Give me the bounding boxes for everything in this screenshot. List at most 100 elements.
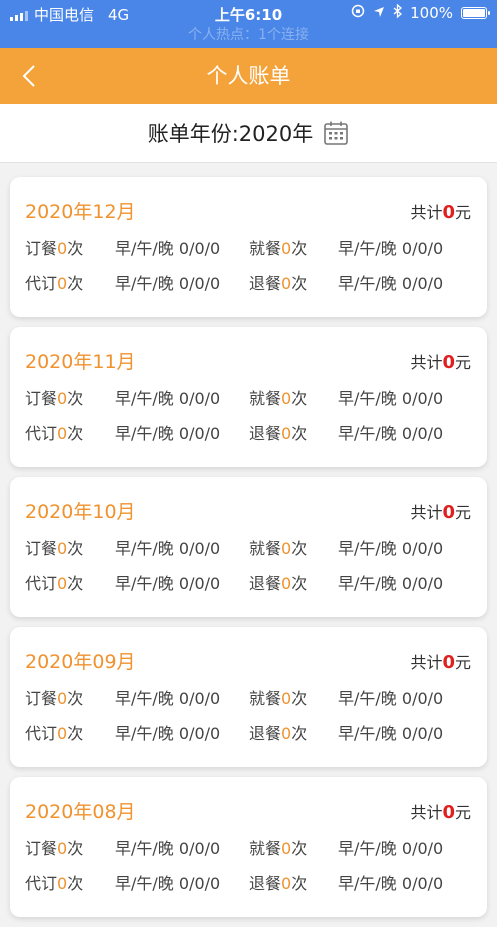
month-title: 2020年08月 <box>25 801 136 823</box>
order-meals: 早/午/晚 0/0/0 <box>115 385 220 409</box>
meals-label: 早/午/晚 <box>115 239 174 258</box>
dine-count: 就餐0次 <box>249 535 307 559</box>
order-meals: 早/午/晚 0/0/0 <box>115 835 220 859</box>
proxy-meals-value: 0/0/0 <box>178 574 221 593</box>
proxy-count: 代订0次 <box>25 420 83 444</box>
cancel-label: 退餐 <box>249 874 282 893</box>
total-suffix: 元 <box>454 203 471 222</box>
month-total: 共计0元 <box>410 349 471 373</box>
meals-label: 早/午/晚 <box>115 389 174 408</box>
dine-label: 就餐 <box>249 689 282 708</box>
count-unit: 次 <box>67 839 84 858</box>
order-count: 订餐0次 <box>25 835 83 859</box>
proxy-label: 代订 <box>25 424 58 443</box>
proxy-meals: 早/午/晚 0/0/0 <box>115 870 220 894</box>
cancel-count-value: 0 <box>281 274 292 293</box>
order-count-value: 0 <box>57 389 68 408</box>
dine-count-value: 0 <box>281 839 292 858</box>
battery-icon <box>461 7 490 19</box>
meals-label: 早/午/晚 <box>338 239 397 258</box>
total-amount: 0 <box>442 652 455 673</box>
meals-label: 早/午/晚 <box>115 874 174 893</box>
order-label: 订餐 <box>25 239 58 258</box>
cancel-count: 退餐0次 <box>249 720 307 744</box>
dine-meals: 早/午/晚 0/0/0 <box>338 235 443 259</box>
month-total: 共计0元 <box>410 499 471 523</box>
month-card[interactable]: 2020年12月 共计0元 订餐0次 早/午/晚 0/0/0 就餐0次 早/午/… <box>10 177 487 317</box>
total-prefix: 共计 <box>410 503 443 522</box>
cancel-label: 退餐 <box>249 724 282 743</box>
cancel-count: 退餐0次 <box>249 270 307 294</box>
order-meals-value: 0/0/0 <box>178 839 221 858</box>
total-suffix: 元 <box>454 653 471 672</box>
order-label: 订餐 <box>25 539 58 558</box>
total-amount: 0 <box>442 202 455 223</box>
count-unit: 次 <box>291 689 308 708</box>
proxy-meals-value: 0/0/0 <box>178 274 221 293</box>
count-unit: 次 <box>291 539 308 558</box>
order-count-value: 0 <box>57 239 68 258</box>
dine-meals-value: 0/0/0 <box>401 839 444 858</box>
proxy-label: 代订 <box>25 274 58 293</box>
dine-label: 就餐 <box>249 539 282 558</box>
proxy-count: 代订0次 <box>25 720 83 744</box>
month-total: 共计0元 <box>410 649 471 673</box>
month-card[interactable]: 2020年11月 共计0元 订餐0次 早/午/晚 0/0/0 就餐0次 早/午/… <box>10 327 487 467</box>
month-card[interactable]: 2020年08月 共计0元 订餐0次 早/午/晚 0/0/0 就餐0次 早/午/… <box>10 777 487 917</box>
status-right: 100% <box>351 3 490 22</box>
count-unit: 次 <box>291 839 308 858</box>
dine-count: 就餐0次 <box>249 385 307 409</box>
count-unit: 次 <box>291 274 308 293</box>
proxy-meals-value: 0/0/0 <box>178 724 221 743</box>
order-count-value: 0 <box>57 839 68 858</box>
cancel-label: 退餐 <box>249 274 282 293</box>
count-unit: 次 <box>67 874 84 893</box>
total-amount: 0 <box>442 352 455 373</box>
dine-meals: 早/午/晚 0/0/0 <box>338 685 443 709</box>
order-count: 订餐0次 <box>25 535 83 559</box>
meals-label: 早/午/晚 <box>338 839 397 858</box>
cancel-count-value: 0 <box>281 874 292 893</box>
proxy-meals-value: 0/0/0 <box>178 874 221 893</box>
cancel-count-value: 0 <box>281 424 292 443</box>
year-selector[interactable]: 账单年份:2020年 <box>0 104 497 163</box>
proxy-count-value: 0 <box>57 274 68 293</box>
month-card[interactable]: 2020年10月 共计0元 订餐0次 早/午/晚 0/0/0 就餐0次 早/午/… <box>10 477 487 617</box>
count-unit: 次 <box>67 239 84 258</box>
meals-label: 早/午/晚 <box>338 389 397 408</box>
proxy-label: 代订 <box>25 724 58 743</box>
total-amount: 0 <box>442 802 455 823</box>
dine-count-value: 0 <box>281 539 292 558</box>
order-label: 订餐 <box>25 689 58 708</box>
meals-label: 早/午/晚 <box>338 724 397 743</box>
dine-label: 就餐 <box>249 389 282 408</box>
order-meals-value: 0/0/0 <box>178 689 221 708</box>
order-count: 订餐0次 <box>25 685 83 709</box>
month-card[interactable]: 2020年09月 共计0元 订餐0次 早/午/晚 0/0/0 就餐0次 早/午/… <box>10 627 487 767</box>
nav-bar: 个人账单 <box>0 48 497 104</box>
order-count-value: 0 <box>57 539 68 558</box>
total-prefix: 共计 <box>410 203 443 222</box>
proxy-count: 代订0次 <box>25 270 83 294</box>
cancel-meals-value: 0/0/0 <box>401 874 444 893</box>
cancel-meals: 早/午/晚 0/0/0 <box>338 420 443 444</box>
cancel-meals-value: 0/0/0 <box>401 424 444 443</box>
total-amount: 0 <box>442 502 455 523</box>
cancel-meals: 早/午/晚 0/0/0 <box>338 870 443 894</box>
order-count: 订餐0次 <box>25 385 83 409</box>
dine-label: 就餐 <box>249 239 282 258</box>
count-unit: 次 <box>291 724 308 743</box>
cancel-count: 退餐0次 <box>249 420 307 444</box>
total-prefix: 共计 <box>410 803 443 822</box>
meals-label: 早/午/晚 <box>338 689 397 708</box>
dine-count: 就餐0次 <box>249 685 307 709</box>
month-list: 2020年12月 共计0元 订餐0次 早/午/晚 0/0/0 就餐0次 早/午/… <box>10 177 487 927</box>
proxy-meals: 早/午/晚 0/0/0 <box>115 420 220 444</box>
month-title: 2020年11月 <box>25 351 136 373</box>
count-unit: 次 <box>291 424 308 443</box>
dine-count-value: 0 <box>281 689 292 708</box>
cancel-label: 退餐 <box>249 574 282 593</box>
calendar-icon[interactable] <box>323 120 349 146</box>
meals-label: 早/午/晚 <box>338 539 397 558</box>
order-meals-value: 0/0/0 <box>178 239 221 258</box>
